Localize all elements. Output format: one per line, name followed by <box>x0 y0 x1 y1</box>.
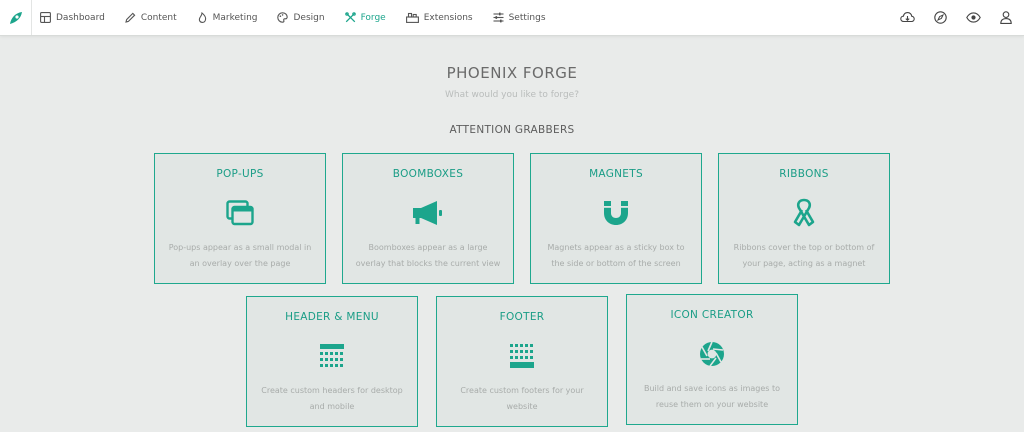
card-description: Boomboxes appear as a large overlay that… <box>355 243 501 268</box>
card-description: Pop-ups appear as a small modal in an ov… <box>168 243 312 268</box>
cloud-download-button[interactable] <box>899 10 915 26</box>
palette-icon <box>277 12 289 23</box>
tools-icon <box>344 12 356 23</box>
header-grid-icon <box>320 344 344 367</box>
card-header-menu[interactable]: HEADER & MENU Create custom headers for … <box>246 296 418 427</box>
top-navigation-bar: Dashboard Content Marketing Design Forge… <box>0 0 1024 36</box>
card-pop-ups[interactable]: POP-UPS Pop-ups appear as a small modal … <box>154 153 326 284</box>
nav-extensions[interactable]: Extensions <box>405 12 473 23</box>
flame-icon <box>198 12 206 23</box>
header-actions <box>882 0 1014 35</box>
nav-marketing[interactable]: Marketing <box>197 12 258 23</box>
page-subtitle: What would you like to forge? <box>445 90 579 100</box>
pencil-icon <box>125 12 136 23</box>
section-title-attention-grabbers: ATTENTION GRABBERS <box>449 124 575 136</box>
card-title: MAGNETS <box>589 168 643 180</box>
card-description: Ribbons cover the top or bottom of your … <box>733 243 875 268</box>
card-title: ICON CREATOR <box>670 309 754 321</box>
nav-forge-label: Forge <box>360 12 386 23</box>
card-title: BOOMBOXES <box>392 168 464 180</box>
card-title: FOOTER <box>499 311 545 323</box>
sliders-icon <box>493 12 504 23</box>
nav-marketing-label: Marketing <box>212 12 258 23</box>
footer-grid-icon <box>510 344 534 368</box>
nav-design-label: Design <box>293 12 325 23</box>
preview-button[interactable] <box>965 10 981 26</box>
nav-dashboard-label: Dashboard <box>56 12 105 23</box>
app-logo[interactable] <box>0 0 32 35</box>
nav-extensions-label: Extensions <box>423 12 473 23</box>
card-magnets[interactable]: MAGNETS Magnets appear as a sticky box t… <box>530 153 702 284</box>
phoenix-logo-icon <box>9 11 22 24</box>
compass-button[interactable] <box>932 10 948 26</box>
user-icon <box>1000 11 1012 24</box>
nav-design[interactable]: Design <box>277 12 325 23</box>
card-footer[interactable]: FOOTER Create custom footers for your we… <box>436 296 608 427</box>
windows-icon <box>226 200 254 226</box>
eye-icon <box>965 12 981 23</box>
nav-settings[interactable]: Settings <box>493 12 546 23</box>
page-title: PHOENIX FORGE <box>446 64 578 82</box>
main-nav: Dashboard Content Marketing Design Forge… <box>40 0 566 35</box>
nav-content[interactable]: Content <box>125 12 177 23</box>
extensions-icon <box>405 12 419 23</box>
ribbon-icon <box>793 198 815 227</box>
account-button[interactable] <box>998 10 1014 26</box>
nav-dashboard[interactable]: Dashboard <box>40 12 105 23</box>
card-description: Create custom footers for your website <box>460 386 584 411</box>
nav-settings-label: Settings <box>508 12 546 23</box>
aperture-icon <box>700 341 724 367</box>
card-ribbons[interactable]: RIBBONS Ribbons cover the top or bottom … <box>718 153 890 284</box>
cloud-download-icon <box>899 12 915 23</box>
nav-forge[interactable]: Forge <box>344 12 386 23</box>
card-description: Build and save icons as images to reuse … <box>643 384 781 409</box>
card-icon-creator[interactable]: ICON CREATOR Build and save icons as ima… <box>626 294 798 425</box>
nav-content-label: Content <box>140 12 177 23</box>
dashboard-icon <box>40 12 51 23</box>
card-title: RIBBONS <box>779 168 829 180</box>
card-title: HEADER & MENU <box>285 311 379 323</box>
magnet-icon <box>604 201 628 225</box>
card-title: POP-UPS <box>216 168 264 180</box>
card-description: Create custom headers for desktop and mo… <box>261 386 403 411</box>
compass-icon <box>933 11 947 24</box>
card-boomboxes[interactable]: BOOMBOXES Boomboxes appear as a large ov… <box>342 153 514 284</box>
card-description: Magnets appear as a sticky box to the si… <box>547 243 685 268</box>
megaphone-icon <box>413 201 442 225</box>
